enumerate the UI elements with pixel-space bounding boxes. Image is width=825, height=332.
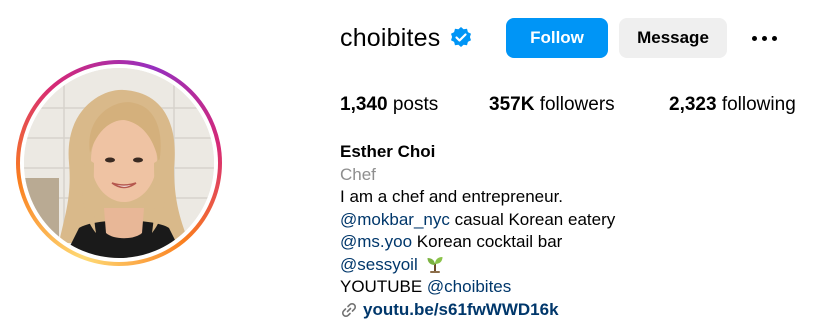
seedling-icon — [427, 256, 443, 273]
link-icon — [341, 302, 357, 317]
profile-bio: Esther Choi Chef I am a chef and entrepr… — [340, 141, 615, 321]
avatar-image — [24, 68, 214, 258]
mention-choibites[interactable]: @choibites — [427, 277, 511, 296]
profile-avatar[interactable] — [24, 68, 214, 258]
posts-stat: 1,340 posts — [340, 94, 438, 116]
username-row: choibites — [340, 18, 473, 58]
following-count: 2,323 — [669, 94, 717, 115]
bio-line-2: @mokbar_nyc casual Korean eatery — [340, 209, 615, 232]
external-link-text: youtu.be/s61fwWWD16k — [363, 299, 559, 319]
mention-mokbar[interactable]: @mokbar_nyc — [340, 210, 450, 229]
followers-count: 357K — [489, 94, 535, 115]
bio-line-5: YOUTUBE @choibites — [340, 276, 615, 299]
following-label: following — [721, 94, 796, 115]
followers-stat[interactable]: 357K followers — [489, 94, 615, 116]
more-options-icon[interactable] — [746, 26, 782, 50]
mention-sessyoil[interactable]: @sessyoil — [340, 255, 418, 274]
youtube-prefix: YOUTUBE — [340, 277, 427, 296]
follow-button[interactable]: Follow — [506, 18, 608, 58]
posts-label: posts — [392, 94, 439, 115]
following-stat[interactable]: 2,323 following — [669, 94, 796, 116]
mention-msyoo[interactable]: @ms.yoo — [340, 232, 412, 251]
username: choibites — [340, 23, 441, 52]
bio-line-4: @sessyoil — [340, 254, 615, 277]
bio-line-3: @ms.yoo Korean cocktail bar — [340, 231, 615, 254]
posts-count: 1,340 — [340, 94, 388, 115]
message-button[interactable]: Message — [619, 18, 727, 58]
external-link[interactable]: youtu.be/s61fwWWD16k — [340, 299, 615, 322]
bio-line-1: I am a chef and entrepreneur. — [340, 187, 564, 206]
followers-label: followers — [539, 94, 615, 115]
verified-badge-icon — [451, 27, 472, 47]
bio-line-2-text: casual Korean eatery — [449, 209, 616, 229]
full-name: Esther Choi — [340, 142, 436, 161]
bio-line-3-text: Korean cocktail bar — [412, 232, 563, 251]
profile-avatar-ring[interactable] — [16, 60, 222, 266]
category-label: Chef — [340, 164, 376, 184]
